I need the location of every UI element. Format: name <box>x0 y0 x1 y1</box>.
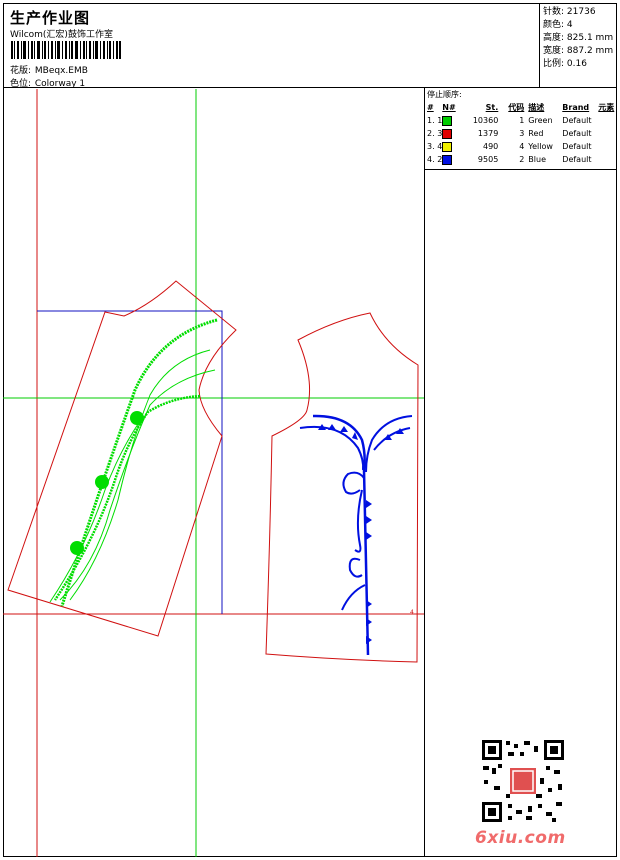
corner-mark: 4 <box>410 609 414 616</box>
embroidery-drawing: 4 <box>3 89 424 857</box>
green-embroidery[interactable] <box>49 318 218 607</box>
hoop-frame <box>37 310 223 614</box>
watermark-logo: 6xiu.com <box>475 828 566 848</box>
qr-code[interactable] <box>480 738 566 824</box>
blue-embroidery[interactable] <box>299 414 413 656</box>
seal-stamp-icon <box>510 768 536 794</box>
